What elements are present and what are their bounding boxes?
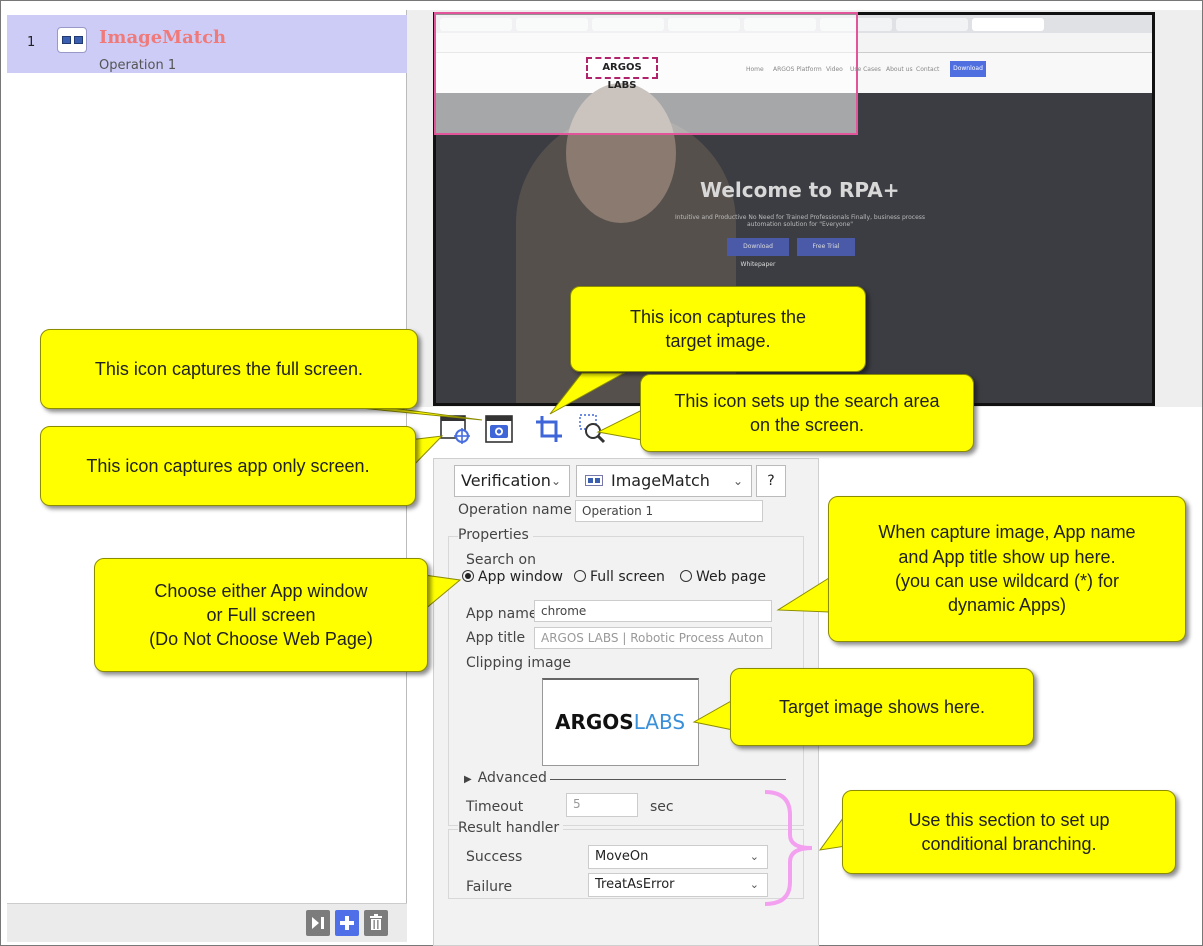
chevron-down-icon: ⌄ <box>732 474 743 488</box>
operation-name-label: Operation name <box>458 502 572 518</box>
image-match-icon <box>57 27 87 53</box>
step-icon <box>312 917 324 929</box>
preview-nav-about: About us <box>886 66 913 73</box>
failure-label: Failure <box>466 879 513 895</box>
help-button[interactable]: ? <box>756 465 786 497</box>
step-into-button[interactable] <box>306 910 330 936</box>
preview-trial-button: Free Trial <box>797 238 855 256</box>
callout-conditional: Use this section to set up conditional b… <box>842 790 1176 874</box>
preview-nav-home: Home <box>746 66 764 73</box>
app-title-input[interactable]: ARGOS LABS | Robotic Process Auton <box>534 627 772 649</box>
app-capture-button[interactable] <box>438 412 472 446</box>
properties-label: Properties <box>458 527 533 543</box>
target-logo-selection: ARGOS LABS <box>586 57 658 91</box>
callout-search-area: This icon sets up the search area on the… <box>640 374 974 452</box>
preview-headline: Welcome to RPA+ <box>700 178 900 202</box>
operation-row[interactable]: 1 ImageMatch Operation 1 <box>7 15 407 73</box>
capture-toolbar <box>436 410 636 450</box>
image-match-small-icon <box>585 475 603 486</box>
delete-operation-button[interactable] <box>364 910 388 936</box>
chevron-down-icon: ⌄ <box>550 474 561 488</box>
radio-app-window[interactable]: App window <box>462 569 563 585</box>
failure-select[interactable]: TreatAsError ⌄ <box>588 873 768 897</box>
operation-name-input[interactable]: Operation 1 <box>575 500 763 522</box>
radio-web-page[interactable]: Web page <box>680 569 766 585</box>
crop-icon <box>536 416 562 442</box>
callout-target-image: This icon captures the target image. <box>570 286 866 372</box>
operation-subtitle: Operation 1 <box>99 58 177 73</box>
timeout-label: Timeout <box>466 799 524 815</box>
advanced-toggle[interactable]: ▶ Advanced <box>464 770 547 786</box>
radio-empty-icon <box>574 570 586 582</box>
success-select[interactable]: MoveOn ⌄ <box>588 845 768 869</box>
operation-title: ImageMatch <box>99 27 227 48</box>
search-area-icon <box>579 414 606 444</box>
timeout-unit: sec <box>650 799 674 815</box>
result-handler-label: Result handler <box>458 820 564 836</box>
category-value: Verification <box>461 471 551 490</box>
radio-full-screen[interactable]: Full screen <box>574 569 665 585</box>
clip-logo: ARGOSLABS <box>555 710 686 734</box>
preview-download-button: Download <box>950 61 986 77</box>
plugin-value: ImageMatch <box>611 471 710 490</box>
callout-app-name-title: When capture image, App name and App titl… <box>828 496 1186 642</box>
preview-nav-usecases: Use Cases <box>850 66 881 73</box>
clipping-image-preview: ARGOSLABS <box>542 678 699 766</box>
caret-right-icon: ▶ <box>464 774 472 785</box>
callout-full-screen: This icon captures the full screen. <box>40 329 418 409</box>
advanced-divider <box>550 779 786 780</box>
search-on-label: Search on <box>466 552 536 568</box>
add-operation-button[interactable] <box>335 910 359 936</box>
preview-nav-video: Video <box>826 66 843 73</box>
app-name-input[interactable]: chrome <box>534 600 772 622</box>
preview-subline: Intuitive and Productive No Need for Tra… <box>674 214 926 228</box>
callout-target-shows: Target image shows here. <box>730 668 1034 746</box>
radio-selected-icon <box>462 570 474 582</box>
preview-nav-platform: ARGOS Platform <box>773 66 822 73</box>
app-window-capture-icon <box>440 415 470 444</box>
radio-empty-icon <box>680 570 692 582</box>
app-title-label: App title <box>466 630 526 646</box>
camera-icon <box>485 415 513 443</box>
callout-choose-search: Choose either App window or Full screen (D… <box>94 558 428 672</box>
chevron-down-icon: ⌄ <box>749 850 759 863</box>
search-area-button[interactable] <box>576 412 610 446</box>
category-select[interactable]: Verification ⌄ <box>454 465 570 497</box>
app-name-label: App name <box>466 606 538 622</box>
trash-icon <box>370 914 382 930</box>
full-screen-capture-button[interactable] <box>482 412 516 446</box>
callout-app-only: This icon captures app only screen. <box>40 426 416 506</box>
success-label: Success <box>466 849 523 865</box>
operation-index: 1 <box>27 35 36 50</box>
clipping-image-label: Clipping image <box>466 655 572 671</box>
preview-nav-contact: Contact <box>916 66 940 73</box>
chevron-down-icon: ⌄ <box>749 878 759 891</box>
plus-icon <box>340 916 354 930</box>
timeout-input[interactable]: 5 <box>566 793 638 817</box>
operation-list-footer <box>7 903 407 942</box>
target-image-capture-button[interactable] <box>532 412 566 446</box>
plugin-select[interactable]: ImageMatch ⌄ <box>576 465 752 497</box>
preview-whitepaper-button: Download Whitepaper <box>727 238 789 268</box>
